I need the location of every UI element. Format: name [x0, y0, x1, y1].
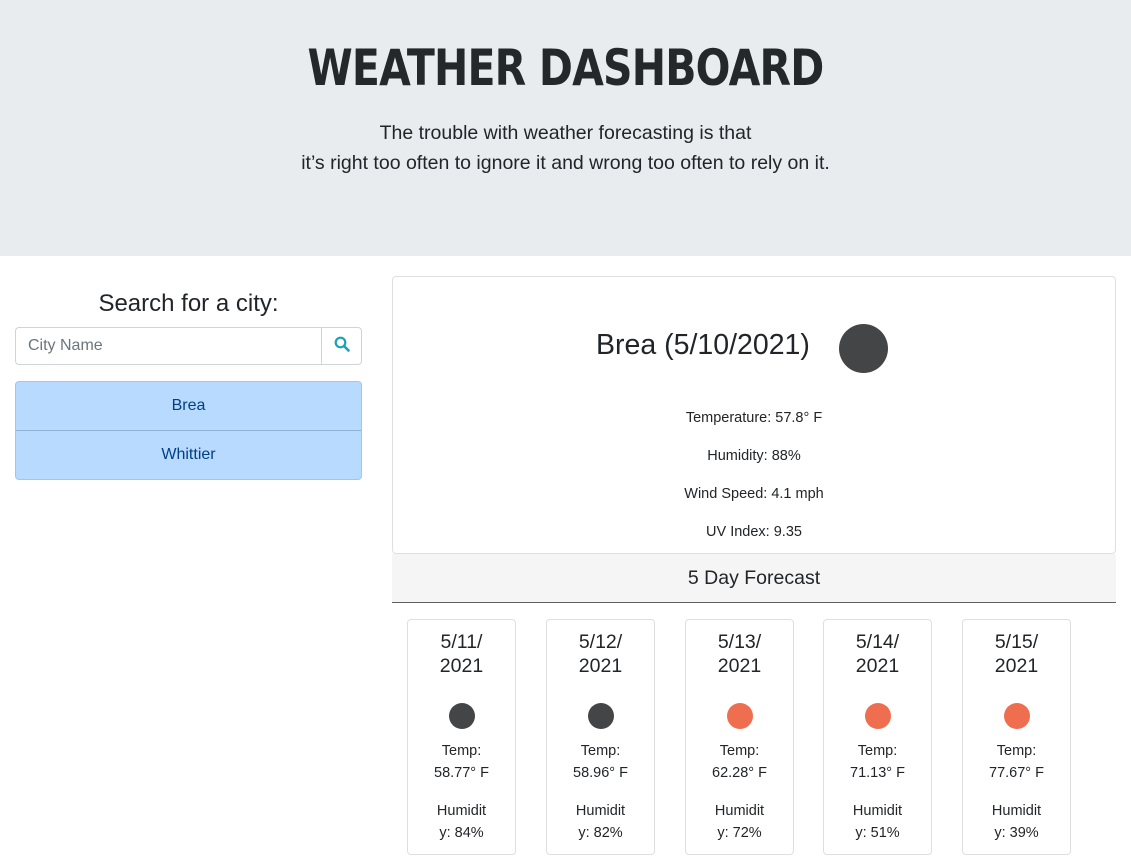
search-icon: [334, 336, 350, 357]
forecast-temp: Temp: 62.28° F: [712, 743, 767, 781]
search-history-list: Brea Whittier: [15, 381, 362, 480]
search-group: [15, 327, 362, 365]
history-item-brea[interactable]: Brea: [16, 382, 361, 430]
forecast-humidity: Humidit y: 84%: [436, 803, 487, 841]
forecast-date: 5/14/ 2021: [855, 631, 900, 677]
forecast-temp: Temp: 58.96° F: [573, 743, 628, 781]
forecast-temp: Temp: 58.77° F: [434, 743, 489, 781]
city-search-input[interactable]: [15, 327, 321, 365]
hero-banner: WEATHER DASHBOARD The trouble with weath…: [0, 0, 1131, 256]
current-humidity: Humidity: 88%: [707, 448, 801, 464]
current-temperature: Temperature: 57.8° F: [685, 410, 823, 426]
forecast-humidity: Humidit y: 51%: [852, 803, 903, 841]
weather-icon: [588, 703, 614, 729]
forecast-card: 5/15/ 2021 Temp: 77.67° F Humidit y: 39%: [962, 619, 1071, 855]
forecast-humidity: Humidit y: 39%: [991, 803, 1042, 841]
weather-icon: [839, 324, 888, 373]
forecast-card: 5/14/ 2021 Temp: 71.13° F Humidit y: 51%: [823, 619, 932, 855]
forecast-date: 5/12/ 2021: [578, 631, 623, 677]
current-wind-speed: Wind Speed: 4.1 mph: [684, 486, 824, 502]
page-title: WEATHER DASHBOARD: [307, 39, 825, 97]
forecast-temp: Temp: 71.13° F: [850, 743, 905, 781]
hero-quote-line-2: it’s right too often to ignore it and wr…: [301, 152, 830, 174]
forecast-card: 5/11/ 2021 Temp: 58.77° F Humidit y: 84%: [407, 619, 516, 855]
current-city-title: Brea (5/10/2021): [596, 329, 810, 361]
forecast-date: 5/15/ 2021: [994, 631, 1039, 677]
history-item-whittier[interactable]: Whittier: [16, 430, 361, 479]
weather-icon: [727, 703, 753, 729]
weather-icon: [865, 703, 891, 729]
hero-quote: The trouble with weather forecasting is …: [0, 118, 1131, 178]
forecast-humidity: Humidit y: 82%: [575, 803, 626, 841]
forecast-humidity: Humidit y: 72%: [714, 803, 765, 841]
weather-icon: [1004, 703, 1030, 729]
forecast-card: 5/13/ 2021 Temp: 62.28° F Humidit y: 72%: [685, 619, 794, 855]
search-heading: Search for a city:: [98, 290, 279, 317]
sidebar: Search for a city: Brea Whittier: [15, 276, 362, 480]
forecast-card: 5/12/ 2021 Temp: 58.96° F Humidit y: 82%: [546, 619, 655, 855]
forecast-heading: 5 Day Forecast: [392, 554, 1116, 603]
weather-icon: [449, 703, 475, 729]
current-uv-index: UV Index: 9.35: [706, 524, 802, 540]
hero-quote-line-1: The trouble with weather forecasting is …: [379, 122, 752, 144]
forecast-date: 5/11/ 2021: [439, 631, 484, 677]
search-button[interactable]: [321, 327, 362, 365]
forecast-date: 5/13/ 2021: [717, 631, 762, 677]
forecast-temp: Temp: 77.67° F: [989, 743, 1044, 781]
current-weather-card: Brea (5/10/2021) Temperature: 57.8° F Hu…: [392, 276, 1116, 554]
